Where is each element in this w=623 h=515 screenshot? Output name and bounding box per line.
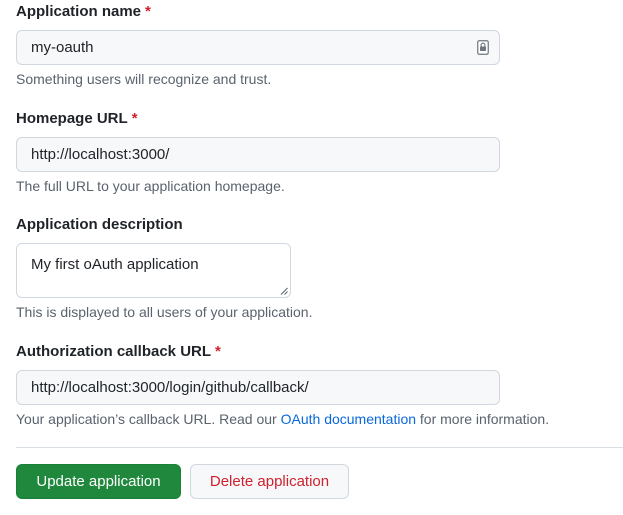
description-hint: This is displayed to all users of your a…	[16, 304, 313, 320]
callback-url-input[interactable]: http://localhost:3000/login/github/callb…	[16, 370, 500, 405]
update-application-button[interactable]: Update application	[16, 464, 181, 499]
resize-handle-icon[interactable]	[280, 287, 288, 295]
callback-url-hint: Your application’s callback URL. Read ou…	[16, 410, 549, 428]
homepage-url-value: http://localhost:3000/	[31, 146, 170, 163]
divider	[16, 447, 623, 448]
required-mark: *	[131, 110, 138, 127]
description-value: My first oAuth application	[31, 256, 199, 273]
description-label: Application description	[16, 216, 183, 233]
app-name-value: my-oauth	[31, 39, 94, 56]
callback-url-label: Authorization callback URL *	[16, 342, 221, 362]
app-name-hint: Something users will recognize and trust…	[16, 71, 272, 87]
callback-hint-text-before: Your application’s callback URL. Read ou…	[16, 411, 277, 427]
description-textarea[interactable]: My first oAuth application	[16, 243, 291, 298]
homepage-url-input[interactable]: http://localhost:3000/	[16, 137, 500, 172]
app-name-label-text: Application name	[16, 3, 142, 20]
homepage-url-label: Homepage URL *	[16, 109, 138, 129]
required-mark: *	[215, 343, 221, 360]
required-mark: *	[145, 3, 151, 20]
app-name-label: Application name *	[16, 2, 151, 22]
callback-hint-text-after: for more information.	[419, 411, 550, 427]
callback-url-label-text: Authorization callback URL	[16, 343, 212, 360]
homepage-url-label-text: Homepage URL	[16, 110, 128, 127]
delete-application-button[interactable]: Delete application	[190, 464, 349, 499]
callback-url-value: http://localhost:3000/login/github/callb…	[31, 379, 309, 396]
password-manager-icon[interactable]	[477, 40, 489, 55]
oauth-documentation-link[interactable]: OAuth documentation	[281, 411, 416, 427]
app-name-input[interactable]: my-oauth	[16, 30, 500, 65]
homepage-url-hint: The full URL to your application homepag…	[16, 178, 285, 194]
